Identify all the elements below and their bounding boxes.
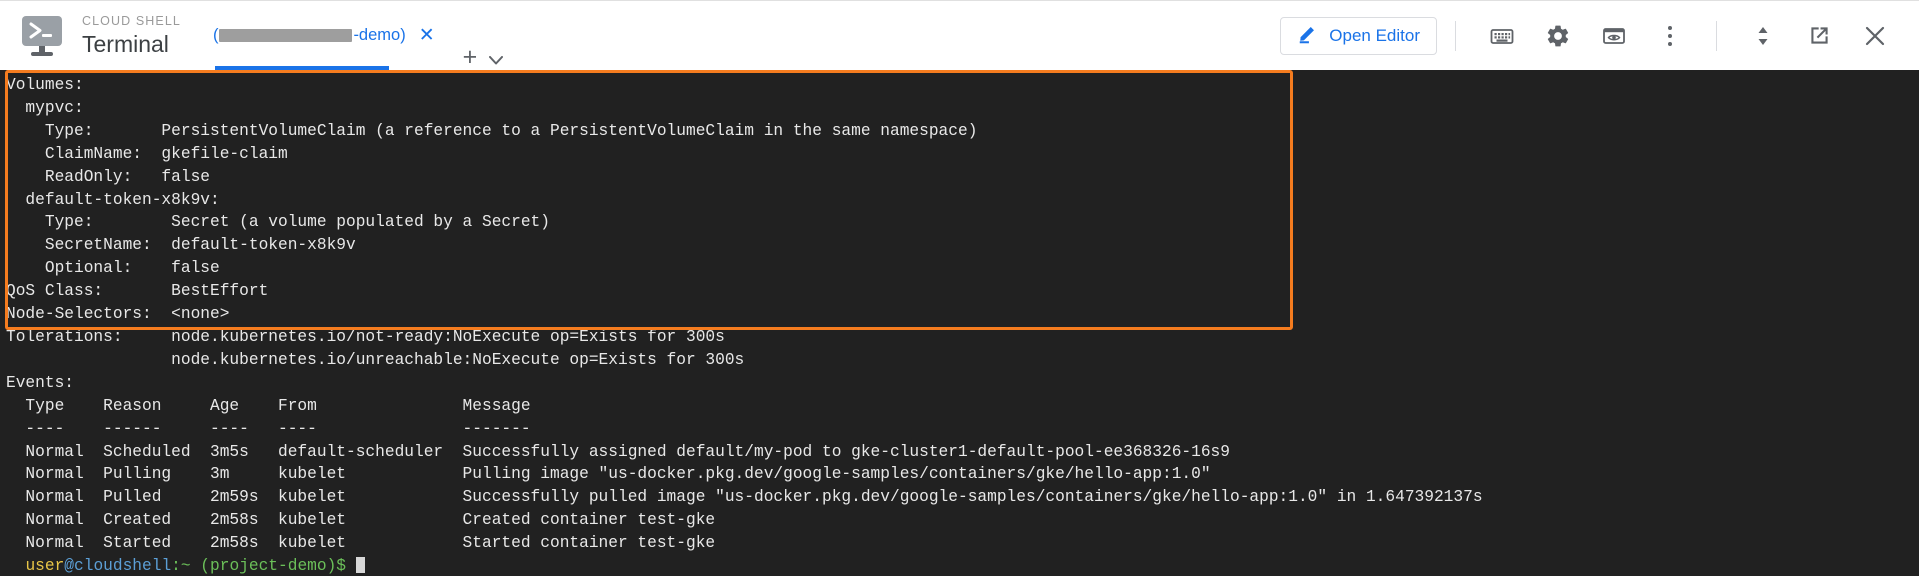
tab-strip: ( -demo) ✕ + <box>209 1 503 70</box>
pencil-icon <box>1297 22 1319 49</box>
open-editor-label: Open Editor <box>1329 26 1420 46</box>
tab-suffix: -demo) <box>353 26 405 45</box>
keyboard-icon[interactable] <box>1485 19 1519 53</box>
close-icon[interactable]: ✕ <box>419 26 435 45</box>
tab-prefix: ( <box>213 26 219 45</box>
header-divider-2 <box>1716 21 1717 51</box>
close-icon[interactable] <box>1858 19 1892 53</box>
redacted-project-name <box>219 29 352 42</box>
cloud-shell-window: CLOUD SHELL Terminal ( -demo) ✕ + <box>0 0 1919 576</box>
terminal-tab[interactable]: ( -demo) ✕ <box>209 1 443 70</box>
add-tab-button[interactable]: + <box>463 45 478 70</box>
cloud-shell-logo-icon <box>20 14 64 58</box>
header-action-group <box>1437 19 1903 53</box>
web-preview-icon[interactable] <box>1597 19 1631 53</box>
terminal-text: Volumes: mypvc: Type: PersistentVolumeCl… <box>6 74 1483 576</box>
product-label: CLOUD SHELL <box>82 14 181 28</box>
header-divider-1 <box>1455 21 1456 51</box>
terminal-output-pane[interactable]: Volumes: mypvc: Type: PersistentVolumeCl… <box>0 70 1919 576</box>
expand-collapse-icon[interactable] <box>1746 19 1780 53</box>
cloud-shell-header: CLOUD SHELL Terminal ( -demo) ✕ + <box>0 1 1919 70</box>
more-vert-icon[interactable] <box>1653 19 1687 53</box>
chevron-down-icon[interactable] <box>489 52 503 70</box>
terminal-tab-label: ( -demo) <box>213 26 406 45</box>
open-in-new-icon[interactable] <box>1802 19 1836 53</box>
page-title: Terminal <box>82 31 181 58</box>
header-titles: CLOUD SHELL Terminal <box>82 14 181 58</box>
open-editor-button[interactable]: Open Editor <box>1280 17 1437 55</box>
gear-icon[interactable] <box>1541 19 1575 53</box>
